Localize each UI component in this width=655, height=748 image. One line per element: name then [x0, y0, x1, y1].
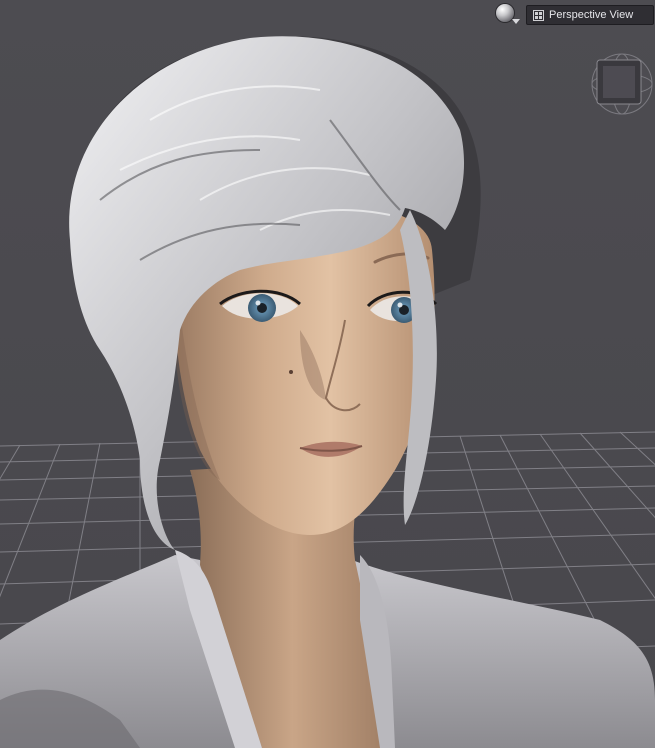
viewport-layout-icon [533, 9, 544, 21]
render-sphere-icon[interactable] [494, 3, 520, 27]
view-selector[interactable]: Perspective View [526, 5, 654, 25]
view-selector-label: Perspective View [549, 9, 634, 21]
orientation-cube-icon[interactable] [591, 53, 653, 115]
viewport-toolbar: Perspective View [494, 3, 654, 27]
dropdown-caret-icon [512, 19, 520, 24]
3d-viewport[interactable]: Perspective View [0, 0, 655, 748]
mole [289, 370, 293, 374]
shirt-right [352, 560, 655, 748]
scene-render[interactable] [0, 0, 655, 748]
